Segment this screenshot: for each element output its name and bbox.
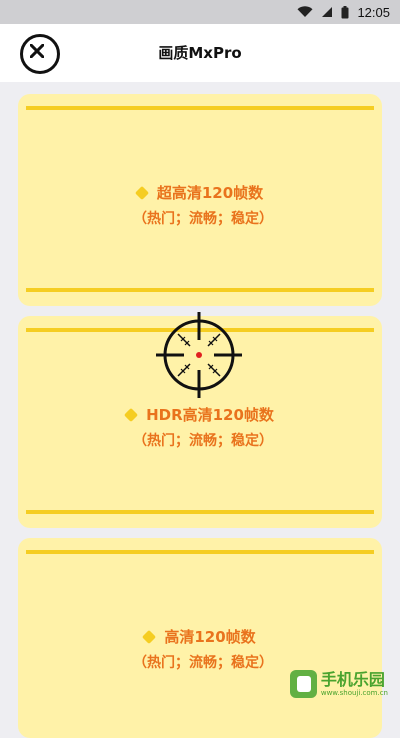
watermark-text: 手机乐园 www.shouji.com.cn bbox=[320, 669, 388, 697]
page-title: 画质MxPro bbox=[158, 44, 242, 62]
signal-icon bbox=[322, 7, 333, 17]
diamond-bullet-icon bbox=[134, 185, 149, 200]
app-header: 画质MxPro bbox=[0, 24, 400, 82]
card-title-row: 超高清120帧数 bbox=[18, 182, 382, 203]
watermark-logo: 手机乐园 www.shouji.com.cn bbox=[290, 669, 388, 699]
card-title: 超高清120帧数 bbox=[156, 184, 264, 202]
wifi-icon bbox=[297, 6, 313, 17]
status-bar: 12:05 bbox=[0, 0, 400, 24]
card-title: 高清120帧数 bbox=[164, 628, 256, 646]
card-bottom-stripe bbox=[26, 510, 374, 514]
card-top-stripe bbox=[26, 550, 374, 554]
option-card-hd-120fps[interactable]: 高清120帧数 （热门；流畅；稳定） bbox=[18, 538, 382, 738]
status-time: 12:05 bbox=[357, 4, 390, 20]
card-tags: （热门；流畅；稳定） bbox=[133, 211, 273, 227]
diamond-bullet-icon bbox=[142, 629, 157, 644]
watermark-robot-icon bbox=[290, 670, 317, 698]
watermark-brand: 手机乐园 bbox=[320, 669, 385, 689]
diamond-bullet-icon bbox=[123, 407, 139, 422]
card-tags: （热门；流畅；稳定） bbox=[133, 433, 273, 449]
option-card-uhd-120fps[interactable]: 超高清120帧数 （热门；流畅；稳定） bbox=[18, 94, 382, 306]
crosshair-icon[interactable] bbox=[154, 310, 244, 400]
card-title-row: 高清120帧数 bbox=[18, 626, 382, 647]
battery-icon bbox=[341, 5, 349, 18]
card-top-stripe bbox=[26, 106, 374, 110]
card-bottom-stripe bbox=[26, 288, 374, 292]
watermark-url: www.shouji.com.cn bbox=[320, 688, 388, 697]
card-title: HDR高清120帧数 bbox=[146, 406, 274, 424]
card-title-row: HDR高清120帧数 bbox=[18, 404, 382, 425]
